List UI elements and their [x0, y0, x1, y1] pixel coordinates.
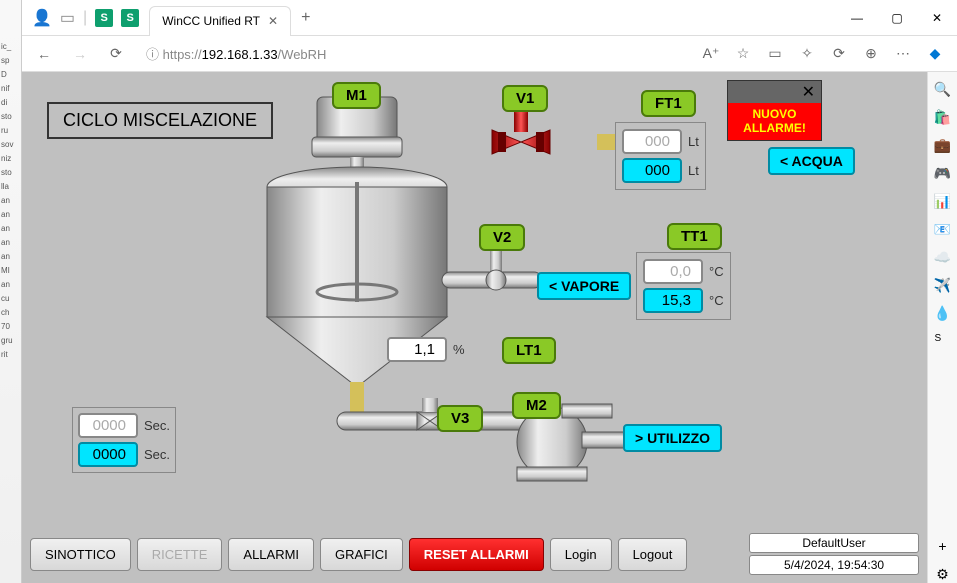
games-icon[interactable]: 🎮: [934, 164, 952, 182]
app-icon-2[interactable]: S: [121, 9, 139, 27]
edge-sidebar: 🔍 🛍️ 💼 🎮 📊 📧 ☁️ ✈️ 💧 S + ⚙: [927, 72, 957, 583]
workspaces-icon[interactable]: ▭: [60, 8, 75, 28]
ft1-sp-unit: Lt: [688, 134, 699, 149]
maximize-button[interactable]: ▢: [877, 0, 917, 36]
lt1-unit: %: [453, 342, 465, 357]
menu-icon[interactable]: ⋯: [889, 40, 917, 68]
tag-v2: V2: [479, 224, 525, 251]
browser-tab[interactable]: WinCC Unified RT ✕: [149, 6, 291, 36]
login-button[interactable]: Login: [550, 538, 612, 571]
read-aloud-icon[interactable]: A⁺: [697, 40, 725, 68]
tag-lt1: LT1: [502, 337, 556, 364]
drop-icon[interactable]: 💧: [934, 304, 952, 322]
lt1-row: 1,1 %: [387, 337, 465, 362]
os-left-cropped: ic_spDnifdistoru sovnizstollaananananan …: [0, 0, 22, 583]
tag-v3: V3: [437, 405, 483, 432]
address-bar: ← → ⟳ ⓘ https://192.168.1.33/WebRH A⁺ ☆ …: [0, 36, 957, 72]
tag-m1: M1: [332, 82, 381, 109]
flow-utilizzo: > UTILIZZO: [623, 424, 722, 452]
tag-tt1: TT1: [667, 223, 722, 250]
tab-title: WinCC Unified RT: [162, 14, 260, 28]
status-datetime: 5/4/2024, 19:54:30: [749, 555, 919, 575]
app-icon-1[interactable]: S: [95, 9, 113, 27]
timer-value: 0000: [78, 442, 138, 467]
ft1-panel: 000 Lt 000 Lt: [615, 122, 706, 190]
timer-panel: 0000 Sec. 0000 Sec.: [72, 407, 176, 473]
profile-icon[interactable]: 👤: [32, 8, 52, 28]
back-button[interactable]: ←: [30, 40, 58, 68]
ricette-button[interactable]: RICETTE: [137, 538, 223, 571]
logout-button[interactable]: Logout: [618, 538, 688, 571]
alarm-close-icon[interactable]: ✕: [802, 82, 815, 102]
tt1-sp-unit: °C: [709, 264, 724, 279]
new-tab-button[interactable]: +: [291, 9, 320, 27]
office-icon[interactable]: 📊: [934, 192, 952, 210]
send-icon[interactable]: ✈️: [934, 276, 952, 294]
status-user: DefaultUser: [749, 533, 919, 553]
tag-m2: M2: [512, 392, 561, 419]
tt1-setpoint[interactable]: 0,0: [643, 259, 703, 284]
onedrive-icon[interactable]: ☁️: [934, 248, 952, 266]
minimize-button[interactable]: —: [837, 0, 877, 36]
outlook-icon[interactable]: 📧: [934, 220, 952, 238]
close-window-button[interactable]: ✕: [917, 0, 957, 36]
ft1-setpoint[interactable]: 000: [622, 129, 682, 154]
timer-sp-unit: Sec.: [144, 418, 170, 433]
search-icon[interactable]: 🔍: [934, 80, 952, 98]
window-titlebar: 👤 ▭ | S S WinCC Unified RT ✕ + — ▢ ✕: [0, 0, 957, 36]
reset-allarmi-button[interactable]: RESET ALLARMI: [409, 538, 544, 571]
collections-icon[interactable]: ▭: [761, 40, 789, 68]
flow-acqua: < ACQUA: [768, 147, 855, 175]
grafici-button[interactable]: GRAFICI: [320, 538, 403, 571]
ft1-value: 000: [622, 158, 682, 183]
forward-button: →: [66, 40, 94, 68]
alarm-text[interactable]: NUOVOALLARME!: [728, 103, 821, 140]
tt1-pv-unit: °C: [709, 293, 724, 308]
url-field[interactable]: ⓘ https://192.168.1.33/WebRH: [138, 44, 689, 63]
refresh-button[interactable]: ⟳: [102, 40, 130, 68]
tab-close-icon[interactable]: ✕: [268, 14, 278, 28]
tag-v1: V1: [502, 85, 548, 112]
sync-icon[interactable]: ⟳: [825, 40, 853, 68]
timer-setpoint[interactable]: 0000: [78, 413, 138, 438]
page-title: CICLO MISCELAZIONE: [47, 102, 273, 139]
ft1-pv-unit: Lt: [688, 163, 699, 178]
scada-viewport: CICLO MISCELAZIONE: [22, 72, 927, 583]
settings-sidebar-icon[interactable]: ⚙: [934, 565, 952, 583]
timer-pv-unit: Sec.: [144, 447, 170, 462]
tt1-panel: 0,0 °C 15,3 °C: [636, 252, 731, 320]
tt1-value: 15,3: [643, 288, 703, 313]
shopping-icon[interactable]: 🛍️: [934, 108, 952, 126]
sinottico-button[interactable]: SINOTTICO: [30, 538, 131, 571]
s-app-icon[interactable]: S: [934, 332, 952, 350]
bottom-toolbar: SINOTTICO RICETTE ALLARMI GRAFICI RESET …: [30, 533, 919, 575]
favorite-icon[interactable]: ☆: [729, 40, 757, 68]
lt1-value: 1,1: [387, 337, 447, 362]
tag-ft1: FT1: [641, 90, 696, 117]
downloads-icon[interactable]: ⊕: [857, 40, 885, 68]
add-sidebar-icon[interactable]: +: [934, 537, 952, 555]
copilot-icon[interactable]: ◆: [921, 40, 949, 68]
extensions-icon[interactable]: ✧: [793, 40, 821, 68]
tools-icon[interactable]: 💼: [934, 136, 952, 154]
allarmi-button[interactable]: ALLARMI: [228, 538, 314, 571]
flow-vapore: < VAPORE: [537, 272, 631, 300]
alarm-popup: ✕ NUOVOALLARME!: [727, 80, 822, 141]
